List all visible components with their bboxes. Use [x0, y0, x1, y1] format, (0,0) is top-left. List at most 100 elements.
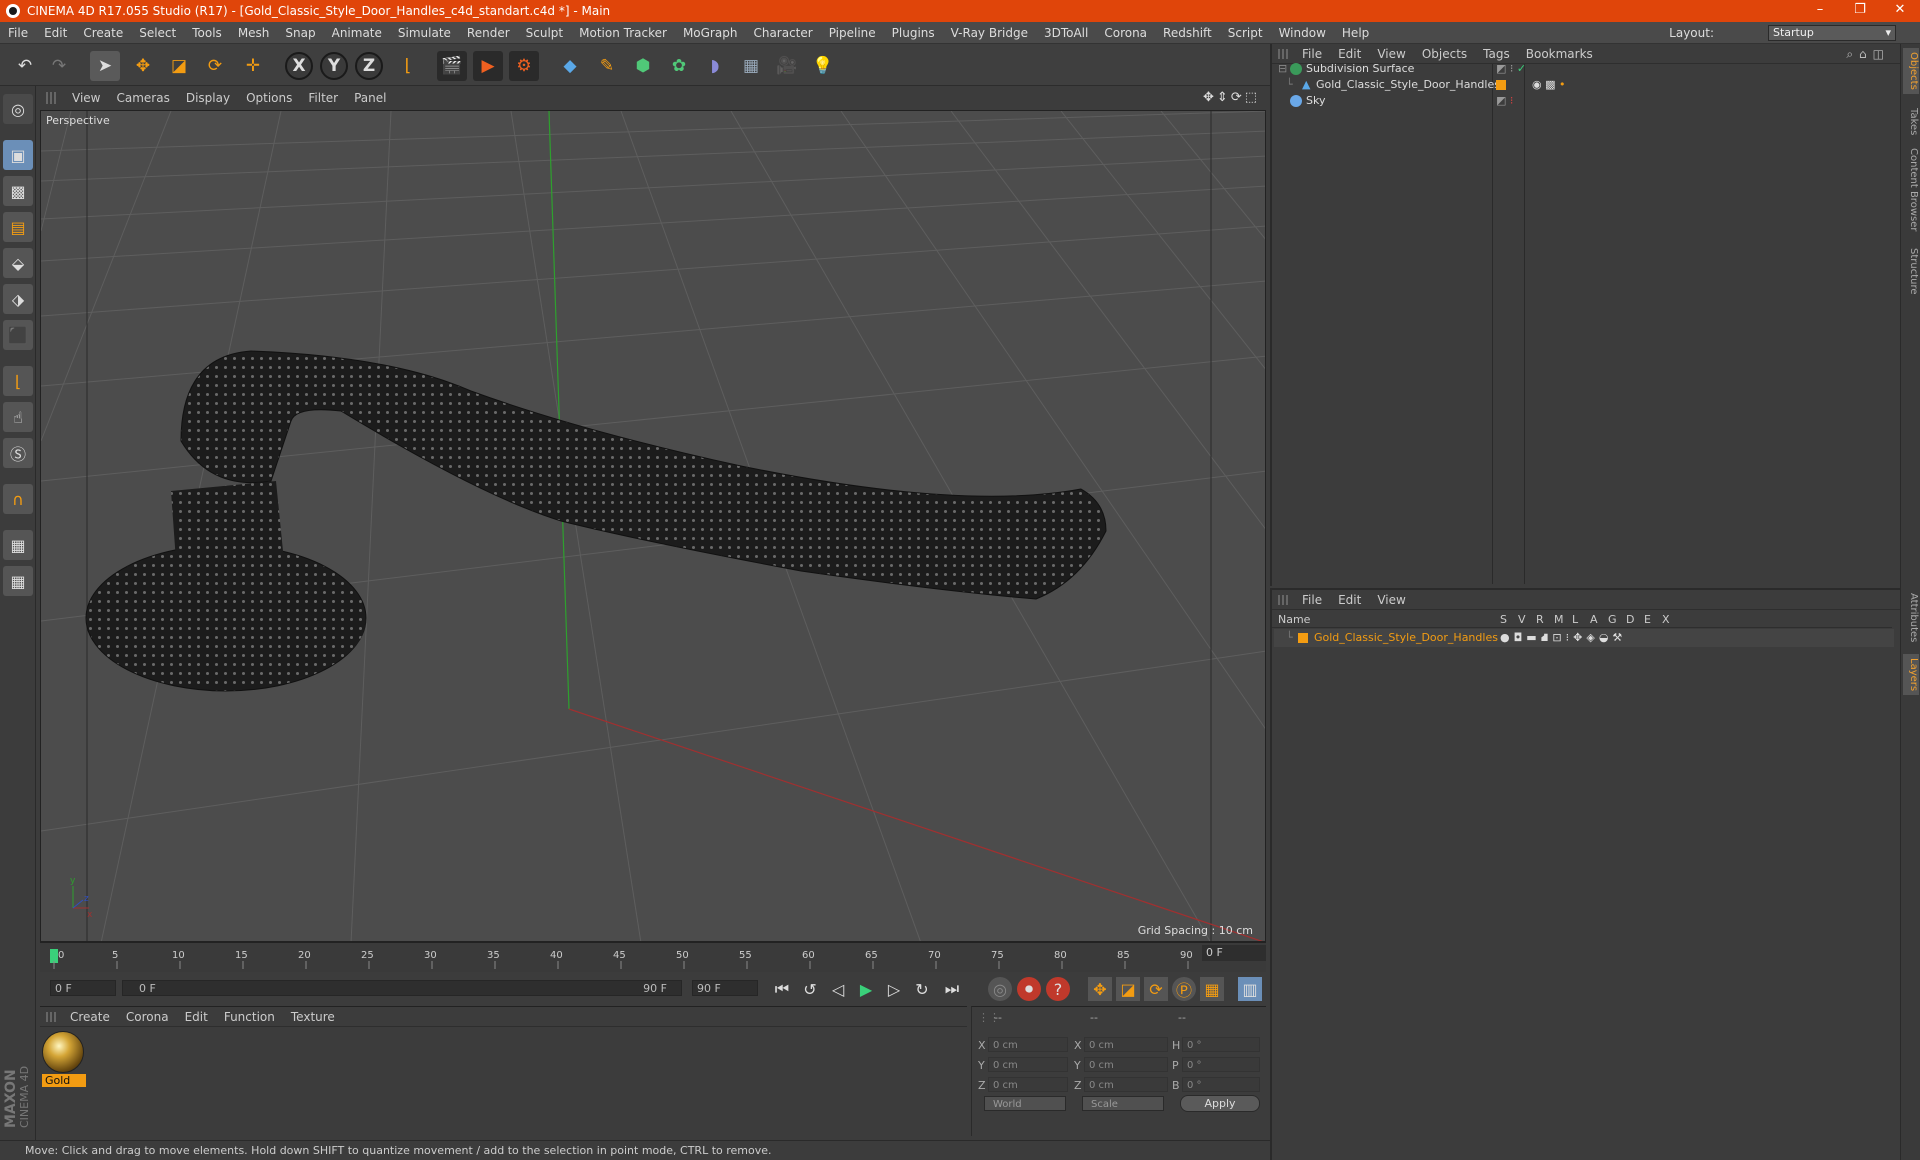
prev-frame-icon[interactable]: ◁ [826, 977, 850, 1001]
lm-menu-file[interactable]: File [1294, 593, 1330, 607]
menu-mograph[interactable]: MoGraph [675, 26, 746, 40]
move-icon[interactable]: ✥ [128, 51, 158, 81]
viewport-menu-display[interactable]: Display [178, 91, 238, 105]
viewport-nav-icons[interactable]: ✥⇕⟳⬚ [1203, 90, 1260, 105]
material-menu-function[interactable]: Function [216, 1010, 283, 1024]
rot-h-field[interactable]: 0 ° [1182, 1037, 1260, 1052]
tab-structure[interactable]: Structure [1903, 244, 1919, 299]
texture-mode-icon[interactable]: ▩ [3, 176, 33, 206]
menu-redshift[interactable]: Redshift [1155, 26, 1220, 40]
tab-layers[interactable]: Layers [1903, 654, 1919, 696]
snap-magnet-icon[interactable]: ∩ [3, 484, 33, 514]
floor-icon[interactable]: ▦ [736, 51, 766, 81]
menu-3dtoall[interactable]: 3DToAll [1036, 26, 1096, 40]
layer-flags-icons[interactable]: ●◘▬⛘⊡⁝✥◈◒⚒ [1500, 629, 1626, 647]
viewport-menu-panel[interactable]: Panel [346, 91, 394, 105]
edges-mode-icon[interactable]: ⬗ [3, 284, 33, 314]
coord-mode-dropdown[interactable]: Scale [1082, 1096, 1164, 1111]
light-icon[interactable]: 💡 [808, 51, 838, 81]
deformer-icon[interactable]: ◗ [700, 51, 730, 81]
key-scale-icon[interactable]: ◪ [1116, 977, 1140, 1001]
menu-pipeline[interactable]: Pipeline [821, 26, 884, 40]
pos-z-field[interactable]: 0 cm [988, 1077, 1068, 1092]
tab-takes[interactable]: Takes [1903, 104, 1919, 139]
key-param-icon[interactable]: Ⓟ [1172, 977, 1196, 1001]
timeline-window-icon[interactable]: ▥ [1238, 977, 1262, 1001]
render-view-icon[interactable]: ▶ [473, 51, 503, 81]
next-frame-icon[interactable]: ▷ [882, 977, 906, 1001]
om-menu-objects[interactable]: Objects [1414, 47, 1475, 61]
menu-select[interactable]: Select [131, 26, 184, 40]
viewport-menu-view[interactable]: View [64, 91, 108, 105]
tab-content-browser[interactable]: Content Browser [1903, 144, 1919, 235]
lm-menu-view[interactable]: View [1369, 593, 1413, 607]
menu-vray-bridge[interactable]: V-Ray Bridge [943, 26, 1036, 40]
prev-key-icon[interactable]: ↺ [798, 977, 822, 1001]
visibility-icon[interactable]: ◩ ⁝ [1496, 92, 1513, 110]
menu-plugins[interactable]: Plugins [884, 26, 943, 40]
layout-dropdown[interactable]: Startup [1768, 25, 1896, 41]
autokey-icon[interactable]: ⏺ [1017, 977, 1041, 1001]
menu-tools[interactable]: Tools [184, 26, 230, 40]
polygons-mode-icon[interactable]: ⬛ [3, 320, 33, 350]
key-rotation-icon[interactable]: ⟳ [1144, 977, 1168, 1001]
minimize-button[interactable]: – [1800, 0, 1840, 22]
object-row-sky[interactable]: Sky ◩ ⁝ [1274, 92, 1894, 110]
layer-color-icon[interactable] [1298, 633, 1308, 643]
rotate-icon[interactable]: ⟳ [200, 51, 230, 81]
size-x-field[interactable]: 0 cm [1084, 1037, 1168, 1052]
frame-range-slider[interactable]: 0 F 90 F [122, 980, 682, 996]
go-to-start-icon[interactable]: ⏮ [770, 977, 794, 1001]
coord-system-icon[interactable]: ⌊ [393, 51, 423, 81]
move-last-icon[interactable]: ✛ [238, 51, 268, 81]
camera-icon[interactable]: 🎥 [772, 51, 802, 81]
axis-mode-icon[interactable]: ⌊ [3, 366, 33, 396]
array-icon[interactable]: ✿ [664, 51, 694, 81]
menu-corona[interactable]: Corona [1096, 26, 1155, 40]
material-menu-create[interactable]: Create [62, 1010, 118, 1024]
viewport-menu-options[interactable]: Options [238, 91, 300, 105]
viewport-menu-filter[interactable]: Filter [300, 91, 346, 105]
coord-space-dropdown[interactable]: World [984, 1096, 1066, 1111]
menu-character[interactable]: Character [745, 26, 820, 40]
key-position-icon[interactable]: ✥ [1088, 977, 1112, 1001]
pos-x-field[interactable]: 0 cm [988, 1037, 1068, 1052]
go-to-end-icon[interactable]: ⏭ [940, 977, 964, 1001]
close-button[interactable]: ✕ [1880, 0, 1920, 22]
menu-motion-tracker[interactable]: Motion Tracker [571, 26, 675, 40]
om-menu-file[interactable]: File [1294, 47, 1330, 61]
next-key-icon[interactable]: ↻ [910, 977, 934, 1001]
restore-button[interactable]: ❐ [1840, 0, 1880, 22]
menu-edit[interactable]: Edit [36, 26, 75, 40]
redo-icon[interactable]: ↷ [44, 51, 74, 81]
pen-icon[interactable]: ✎ [592, 51, 622, 81]
tweak-icon[interactable]: ☝ [3, 402, 33, 432]
material-swatch-gold[interactable]: Gold [42, 1031, 86, 1087]
menu-simulate[interactable]: Simulate [390, 26, 459, 40]
undo-icon[interactable]: ↶ [10, 51, 40, 81]
play-icon[interactable]: ▶ [854, 977, 878, 1001]
apply-button[interactable]: Apply [1180, 1095, 1260, 1112]
menu-sculpt[interactable]: Sculpt [518, 26, 571, 40]
rot-b-field[interactable]: 0 ° [1182, 1077, 1260, 1092]
lm-menu-edit[interactable]: Edit [1330, 593, 1369, 607]
y-axis-button[interactable]: Y [320, 52, 348, 80]
points-mode-icon[interactable]: ⬙ [3, 248, 33, 278]
material-menu-texture[interactable]: Texture [283, 1010, 343, 1024]
end-frame-field[interactable]: 90 F [692, 980, 758, 996]
om-menu-view[interactable]: View [1369, 47, 1413, 61]
tab-attributes[interactable]: Attributes [1903, 589, 1919, 646]
render-region-icon[interactable]: 🎬 [437, 51, 467, 81]
menu-script[interactable]: Script [1220, 26, 1271, 40]
key-pla-icon[interactable]: ▦ [1200, 977, 1224, 1001]
make-editable-icon[interactable]: ◎ [3, 94, 33, 124]
om-menu-edit[interactable]: Edit [1330, 47, 1369, 61]
viewport-perspective[interactable]: y z x Perspective Grid Spacing : 10 cm [40, 110, 1266, 942]
scale-icon[interactable]: ◪ [164, 51, 194, 81]
menu-render[interactable]: Render [459, 26, 518, 40]
tab-objects[interactable]: Objects [1903, 48, 1919, 94]
size-z-field[interactable]: 0 cm [1084, 1077, 1168, 1092]
solo-icon[interactable]: Ⓢ [3, 438, 33, 468]
om-menu-bookmarks[interactable]: Bookmarks [1518, 47, 1601, 61]
workplane-icon[interactable]: ▤ [3, 212, 33, 242]
